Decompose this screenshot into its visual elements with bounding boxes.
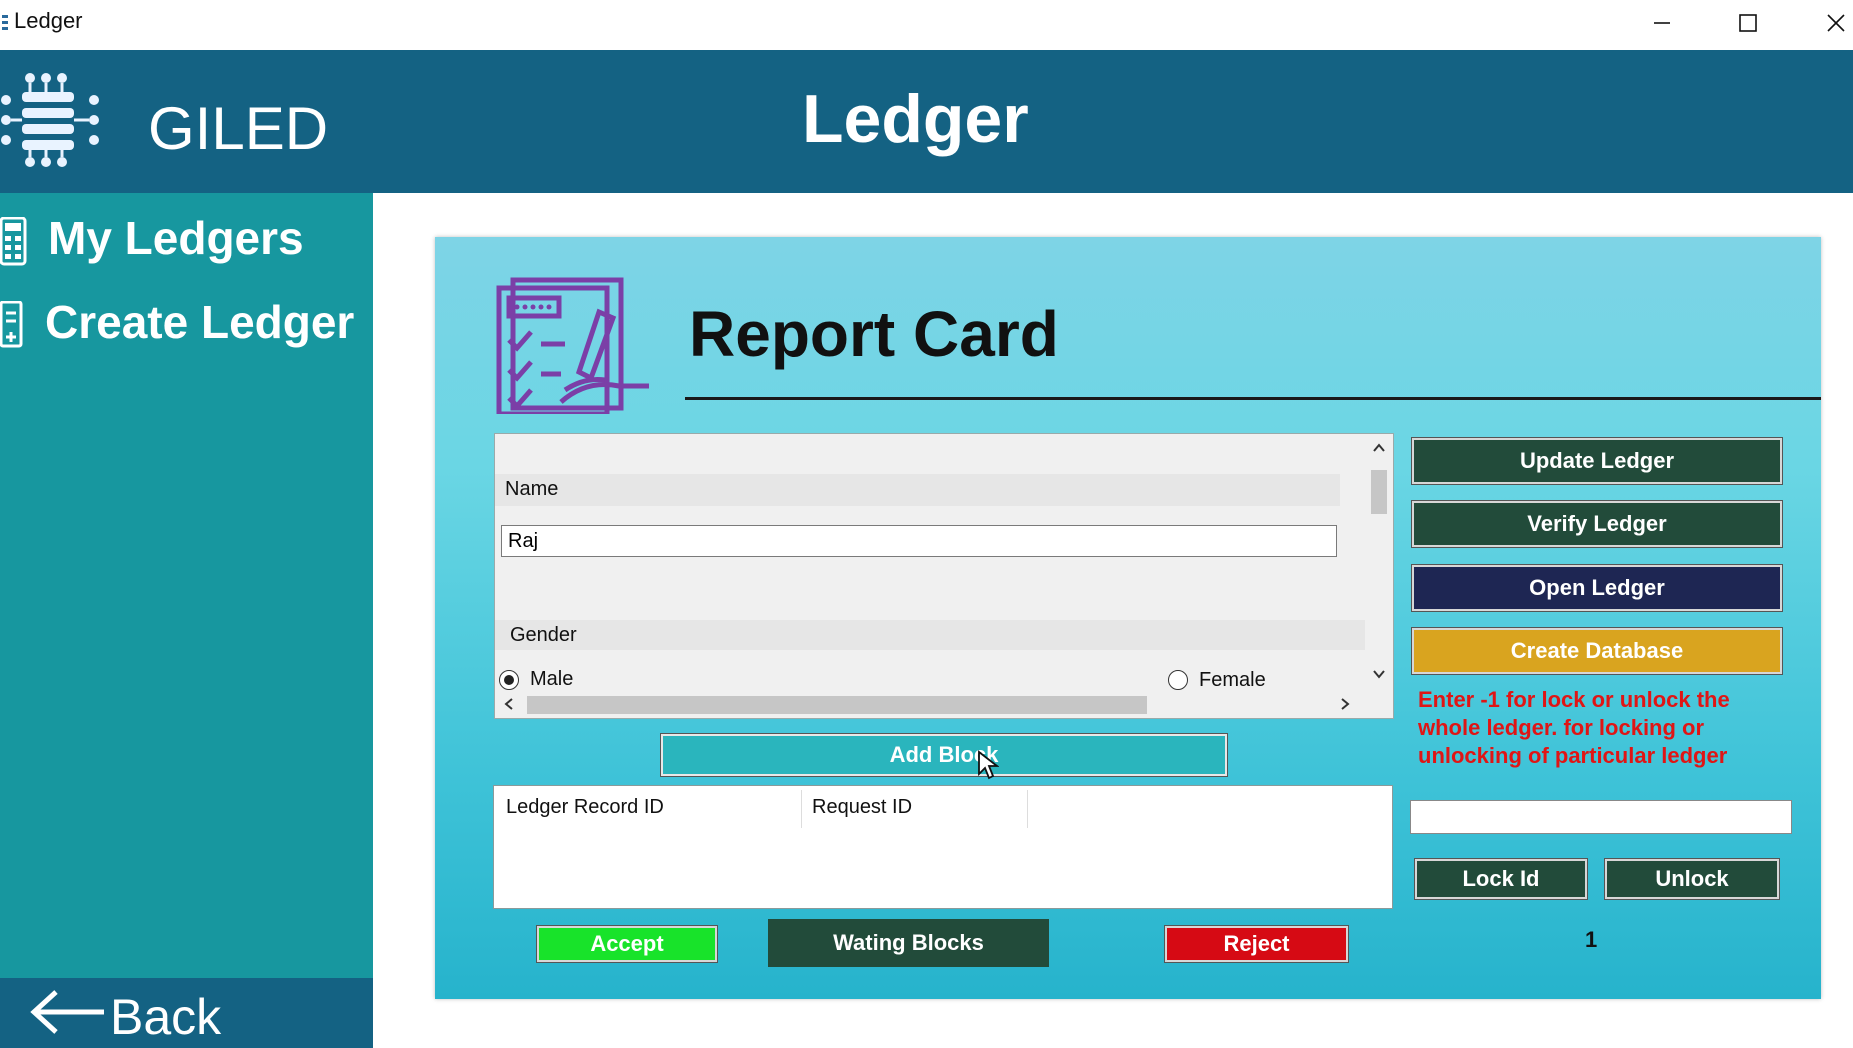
minimize-button[interactable] — [1622, 0, 1702, 46]
close-icon — [1827, 14, 1845, 32]
column-separator — [1027, 790, 1028, 828]
name-row — [495, 474, 1340, 506]
horizontal-scroll-thumb[interactable] — [527, 696, 1147, 714]
column-header-ledger-record-id[interactable]: Ledger Record ID — [506, 796, 664, 819]
title-bar: Ledger — [0, 0, 1853, 50]
reject-button[interactable]: Reject — [1165, 926, 1348, 962]
page-title: Ledger — [802, 81, 1029, 157]
calculator-icon — [0, 217, 27, 266]
sidebar-item-label: My Ledgers — [48, 212, 304, 264]
waiting-blocks-button[interactable]: Wating Blocks — [768, 919, 1049, 967]
app-icon — [2, 15, 8, 30]
ledger-form[interactable]: Name Raj Gender Male Female — [494, 433, 1394, 719]
column-separator — [801, 790, 802, 828]
name-label: Name — [505, 478, 559, 500]
vertical-scroll-thumb[interactable] — [1371, 470, 1387, 514]
minimize-icon — [1654, 22, 1670, 24]
records-table[interactable]: Ledger Record ID Request ID — [493, 785, 1393, 909]
female-label: Female — [1199, 669, 1266, 690]
update-ledger-button[interactable]: Update Ledger — [1412, 438, 1782, 484]
close-button[interactable] — [1796, 0, 1853, 46]
gender-row — [495, 620, 1365, 650]
lock-id-button[interactable]: Lock Id — [1415, 859, 1587, 899]
block-count: 1 — [1585, 927, 1598, 952]
verify-ledger-button[interactable]: Verify Ledger — [1412, 501, 1782, 547]
lock-id-input[interactable] — [1410, 800, 1792, 834]
maximize-button[interactable] — [1708, 0, 1788, 46]
name-input[interactable]: Raj — [501, 525, 1337, 557]
horizontal-scrollbar[interactable] — [495, 690, 1393, 718]
vertical-scrollbar[interactable] — [1365, 434, 1393, 690]
column-header-request-id[interactable]: Request ID — [812, 796, 912, 819]
app-header: GILED Ledger — [0, 50, 1853, 193]
new-document-icon — [0, 301, 23, 348]
open-ledger-button[interactable]: Open Ledger — [1412, 565, 1782, 611]
sidebar-item-create-ledger[interactable]: Create Ledger — [0, 287, 373, 357]
male-radio[interactable] — [499, 670, 519, 690]
back-label: Back — [110, 989, 222, 1045]
report-panel: Report Card Name Raj Gender Male Female … — [435, 237, 1821, 999]
title-divider — [685, 397, 1821, 400]
brand-name: GILED — [148, 95, 329, 162]
lock-instructions: Enter -1 for lock or unlock the whole le… — [1418, 687, 1730, 768]
gender-options: Male Female — [495, 662, 1365, 690]
male-label: Male — [530, 668, 574, 690]
sidebar-item-my-ledgers[interactable]: My Ledgers — [0, 203, 373, 273]
sidebar: My Ledgers Create Ledger — [0, 193, 373, 978]
scroll-left-icon — [504, 698, 513, 710]
back-button[interactable]: Back — [0, 978, 373, 1048]
gender-label: Gender — [510, 624, 577, 646]
add-block-button[interactable]: Add Block — [661, 734, 1227, 776]
window-title: Ledger — [14, 8, 83, 33]
checklist-clipboard-icon — [496, 277, 649, 414]
mouse-cursor-icon — [978, 750, 999, 780]
arrow-left-icon — [30, 990, 104, 1034]
accept-button[interactable]: Accept — [537, 926, 717, 962]
sidebar-item-label: Create Ledger — [45, 296, 355, 348]
scroll-down-icon — [1373, 670, 1385, 679]
blockchain-logo-icon — [1, 73, 99, 167]
report-title: Report Card — [689, 298, 1059, 370]
scroll-up-icon — [1373, 443, 1385, 452]
create-database-button[interactable]: Create Database — [1412, 628, 1782, 674]
female-radio[interactable] — [1168, 670, 1188, 690]
unlock-button[interactable]: Unlock — [1605, 859, 1779, 899]
maximize-icon — [1739, 14, 1757, 32]
scroll-right-icon — [1341, 698, 1350, 710]
